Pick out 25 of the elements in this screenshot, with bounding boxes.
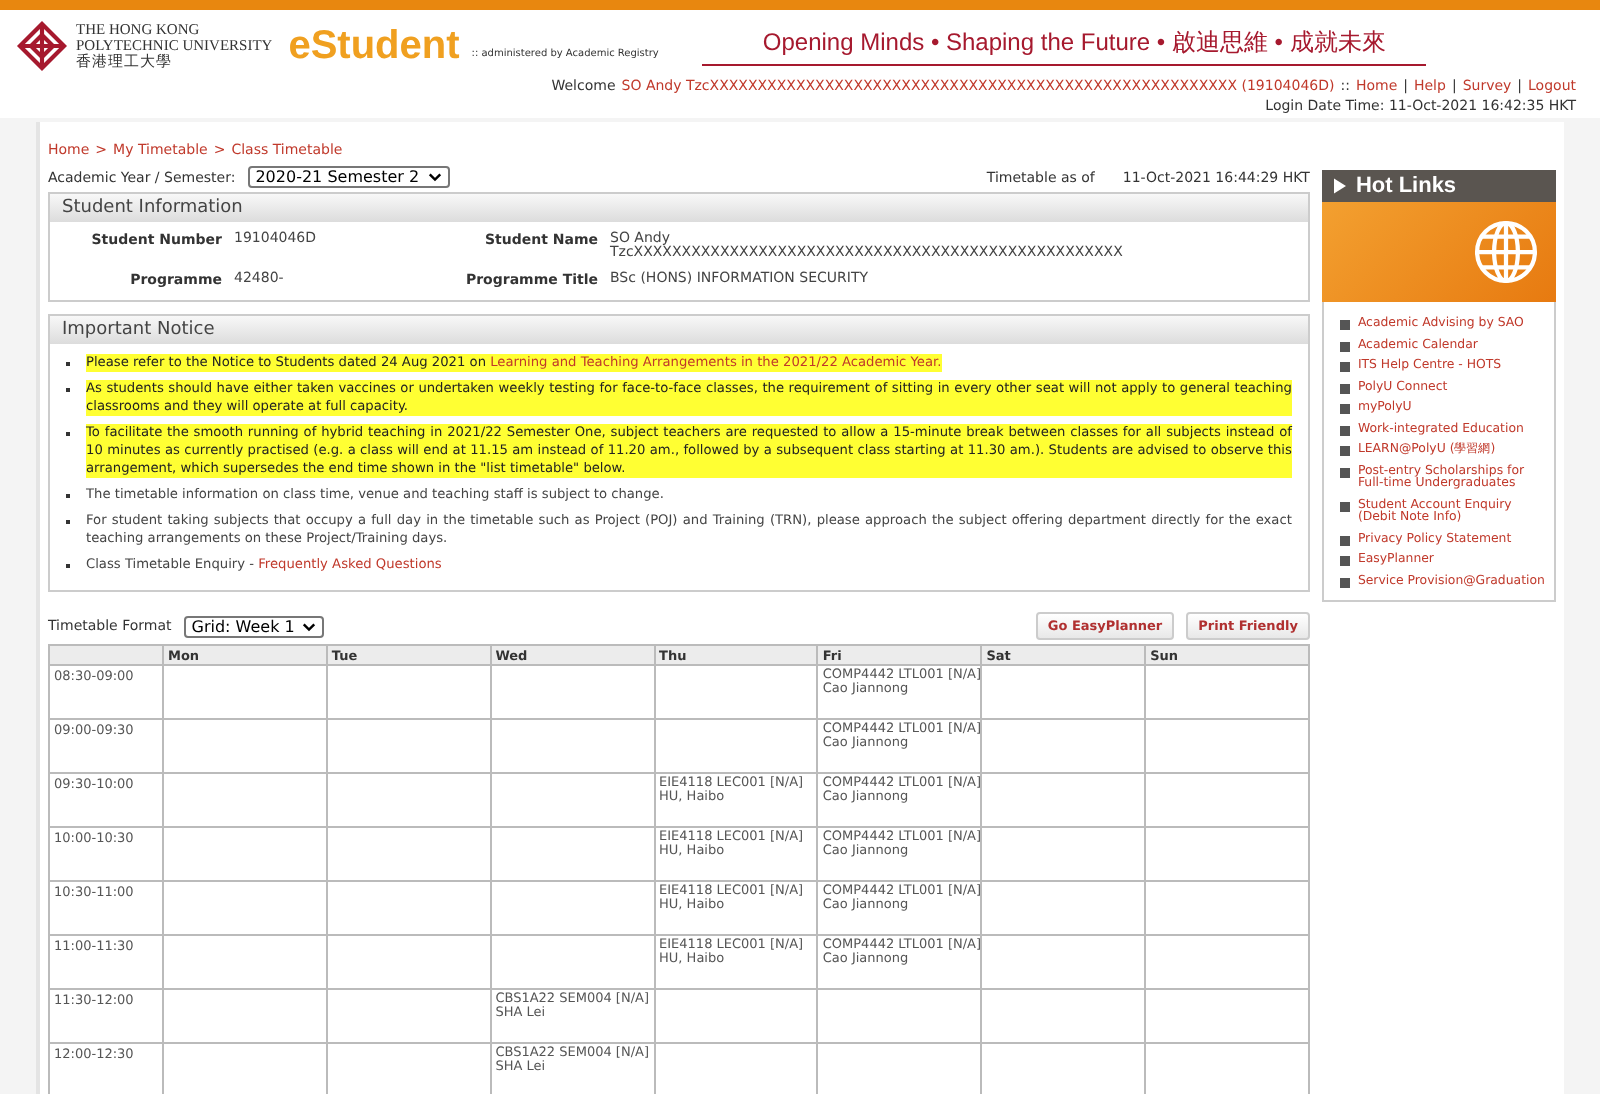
square-bullet-icon: [1339, 501, 1350, 511]
app-title: eStudent: [288, 23, 460, 69]
square-bullet-icon: [1339, 362, 1350, 372]
square-bullet-icon: [1339, 383, 1350, 393]
slogan-banner: Opening Minds • Shaping the Future • 啟迪思維 • 成就未來: [702, 26, 1426, 66]
chevron-down-icon: [302, 621, 317, 631]
hot-links-title: Hot Links: [1355, 174, 1457, 198]
square-bullet-icon: [1339, 577, 1350, 587]
semester-dropdown[interactable]: 2020-21 Semester 2: [247, 166, 450, 188]
square-bullet-icon: [1339, 404, 1350, 414]
timetable-format-dropdown[interactable]: Grid: Week 1: [183, 615, 325, 637]
globe-icon: [1472, 218, 1540, 286]
square-bullet-icon: [1339, 467, 1350, 477]
square-bullet-icon: [1339, 341, 1350, 351]
chevron-down-icon: [427, 172, 442, 182]
panel-title: Student Information: [50, 194, 1308, 222]
square-bullet-icon: [1339, 535, 1350, 545]
square-bullet-icon: [1339, 320, 1350, 330]
square-bullet-icon: [1339, 425, 1350, 435]
square-bullet-icon: [1339, 446, 1350, 456]
panel-title: Important Notice: [50, 316, 1308, 344]
header-cell: [49, 645, 163, 665]
square-bullet-icon: [1339, 556, 1350, 566]
university-logo-icon: [16, 20, 68, 72]
play-icon: [1333, 178, 1346, 194]
